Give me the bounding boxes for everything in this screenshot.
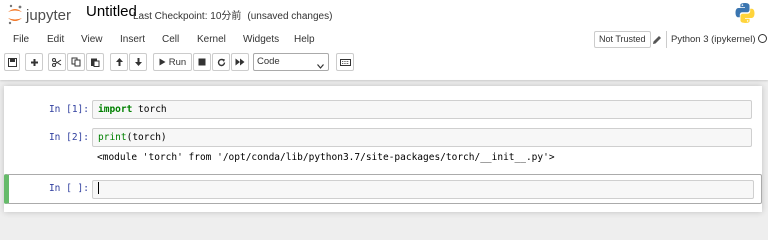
kernel-idle-circle-icon: [758, 34, 768, 43]
menu-widgets[interactable]: Widgets: [243, 34, 279, 45]
cell-type-select[interactable]: Code: [253, 53, 329, 71]
kernel-name: Python 3 (ipykernel): [671, 34, 756, 45]
code-input[interactable]: [92, 180, 754, 199]
menu-help[interactable]: Help: [294, 34, 315, 45]
python-logo-icon: [734, 2, 756, 24]
fast-forward-icon: [235, 58, 245, 66]
scissors-icon: [52, 57, 62, 67]
autosave-status: (unsaved changes): [247, 11, 333, 22]
logo-text: jupyter: [25, 7, 71, 24]
text-cursor: [98, 182, 99, 194]
code-input[interactable]: import torch: [92, 100, 752, 119]
play-icon: [159, 58, 166, 66]
menu-file[interactable]: File: [13, 34, 29, 45]
run-button[interactable]: Run: [153, 53, 192, 71]
active-code-cell[interactable]: In [ ]:: [4, 174, 762, 204]
code-text: (torch): [126, 132, 167, 143]
keyboard-icon: [339, 58, 351, 66]
input-prompt: In [1]:: [48, 104, 89, 115]
notebook-container: In [1]: import torch In [2]: print(torch…: [4, 86, 762, 212]
restart-icon: [217, 58, 226, 67]
plus-icon: [30, 58, 39, 67]
code-keyword: import: [98, 104, 133, 115]
menu-cell[interactable]: Cell: [162, 34, 179, 45]
pencil-icon[interactable]: [651, 33, 663, 45]
save-icon: [7, 57, 17, 67]
arrow-up-icon: [115, 57, 124, 67]
command-palette-button[interactable]: [336, 53, 354, 71]
cell-output: <module 'torch' from '/opt/conda/lib/pyt…: [97, 152, 555, 163]
cell-type-value: Code: [257, 56, 280, 67]
code-builtin: print: [98, 132, 127, 143]
move-up-button[interactable]: [110, 53, 128, 71]
arrow-down-icon: [134, 57, 143, 67]
insert-cell-button[interactable]: [25, 53, 43, 71]
code-cell[interactable]: In [1]: import torch: [4, 96, 762, 122]
restart-button[interactable]: [212, 53, 230, 71]
code-input[interactable]: print(torch): [92, 128, 752, 147]
copy-button[interactable]: [67, 53, 85, 71]
menu-kernel[interactable]: Kernel: [197, 34, 226, 45]
menu-edit[interactable]: Edit: [47, 34, 64, 45]
code-text: torch: [132, 104, 167, 115]
menu-view[interactable]: View: [81, 34, 103, 45]
restart-run-all-button[interactable]: [231, 53, 249, 71]
checkpoint-info: Last Checkpoint: 10分前 (unsaved changes): [133, 7, 332, 22]
copy-icon: [71, 57, 81, 67]
move-down-button[interactable]: [129, 53, 147, 71]
toolbar: Run Code: [0, 53, 768, 71]
chevron-down-icon: [317, 59, 324, 75]
interrupt-button[interactable]: [193, 53, 211, 71]
notebook-name[interactable]: Untitled: [86, 3, 137, 20]
kernel-indicator[interactable]: Python 3 (ipykernel): [666, 31, 768, 48]
code-cell[interactable]: In [2]: print(torch) <module 'torch' fro…: [4, 124, 762, 172]
last-checkpoint: Last Checkpoint: 10分前: [133, 11, 242, 22]
jupyter-logo[interactable]: jupyter: [6, 4, 82, 26]
cut-button[interactable]: [48, 53, 66, 71]
paste-icon: [90, 57, 100, 67]
trust-status-button[interactable]: Not Trusted: [594, 31, 651, 48]
run-label: Run: [168, 56, 187, 68]
save-button[interactable]: [4, 53, 20, 71]
menu-insert[interactable]: Insert: [120, 34, 145, 45]
paste-button[interactable]: [86, 53, 104, 71]
input-prompt: In [2]:: [48, 132, 89, 143]
header: jupyter Untitled Last Checkpoint: 10分前 (u…: [0, 0, 768, 80]
input-prompt: In [ ]:: [48, 183, 89, 194]
stop-icon: [198, 58, 206, 66]
